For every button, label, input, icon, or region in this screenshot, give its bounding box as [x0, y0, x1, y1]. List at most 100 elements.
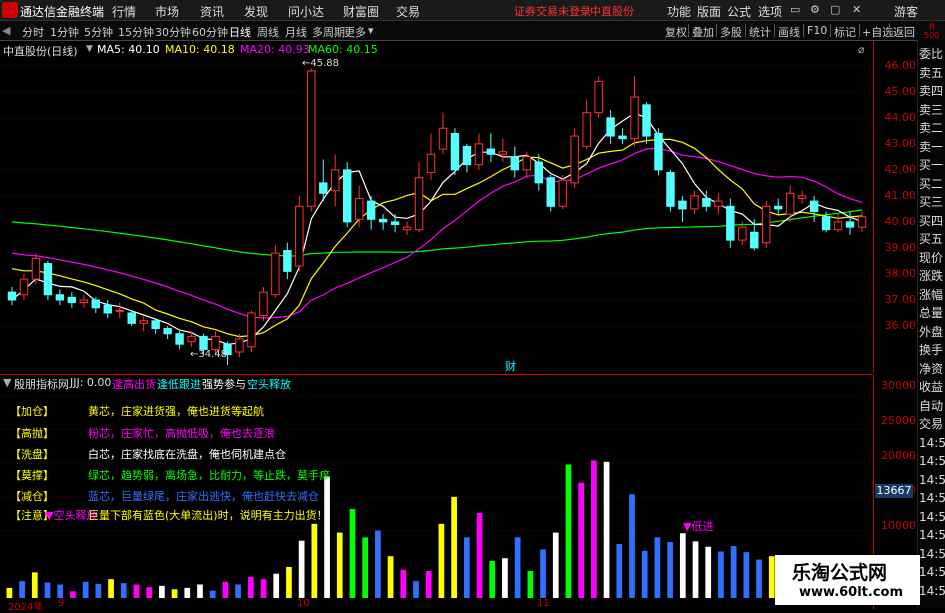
candle-body[interactable]	[510, 156, 520, 171]
candle-body[interactable]	[342, 169, 352, 223]
quote-panel-item[interactable]: 买二	[919, 176, 943, 193]
candle-body[interactable]	[690, 195, 699, 210]
tab-daily[interactable]: 日线	[229, 24, 251, 40]
menu-item-trade[interactable]: 交易	[396, 3, 420, 20]
candle-body[interactable]	[666, 171, 675, 207]
candle-body[interactable]	[115, 309, 124, 312]
quote-panel-item[interactable]: 买三	[919, 194, 943, 211]
candle-body[interactable]	[785, 192, 795, 215]
candle-body[interactable]	[31, 257, 41, 280]
candle-body[interactable]	[366, 200, 376, 220]
quote-panel-item[interactable]: 涨幅	[919, 287, 943, 304]
candle-body[interactable]	[354, 197, 364, 220]
tab-intraday[interactable]: 分时	[22, 24, 44, 40]
candle-body[interactable]	[151, 320, 160, 330]
candle-body[interactable]	[498, 151, 508, 155]
candle-body[interactable]	[702, 197, 711, 207]
quote-panel-item[interactable]: 14:5	[919, 453, 945, 470]
overlay-button[interactable]: 叠加	[692, 24, 714, 40]
tab-15min[interactable]: 15分钟	[118, 24, 154, 40]
quote-panel-item[interactable]: 外盘	[919, 324, 943, 341]
candle-body[interactable]	[295, 205, 304, 267]
quote-panel-item[interactable]: 卖四	[919, 83, 943, 100]
candle-body[interactable]	[857, 216, 867, 228]
candle-body[interactable]	[199, 335, 208, 350]
menu-item-discover[interactable]: 发现	[244, 3, 268, 20]
candle-body[interactable]	[845, 221, 855, 228]
f10-button[interactable]: F10	[807, 24, 827, 37]
candle-body[interactable]	[462, 145, 472, 166]
menu-item-quotes[interactable]: 行情	[112, 3, 136, 20]
minimize-icon[interactable]: ▭	[790, 3, 800, 16]
candle-body[interactable]	[797, 195, 807, 199]
candle-body[interactable]	[259, 291, 268, 317]
candle-body[interactable]	[486, 148, 496, 155]
back-button[interactable]: 返回	[893, 24, 915, 40]
event-marker[interactable]: 财	[505, 358, 516, 374]
candle-body[interactable]	[235, 338, 244, 353]
candle-body[interactable]	[187, 335, 196, 343]
quote-panel-item[interactable]: 卖五	[919, 65, 943, 82]
tab-60min[interactable]: 60分钟	[192, 24, 228, 40]
quote-panel-item[interactable]: 涨跌	[919, 268, 943, 285]
candle-body[interactable]	[43, 263, 53, 296]
menu-item-layout[interactable]: 版面	[697, 3, 721, 20]
quote-panel-item[interactable]: 14:5	[919, 527, 945, 544]
quote-panel-item[interactable]: 自动	[919, 398, 943, 415]
quote-panel-item[interactable]: 委比	[919, 46, 943, 63]
candle-body[interactable]	[79, 299, 89, 304]
menu-item-news[interactable]: 资讯	[200, 3, 224, 20]
candlestick-chart[interactable]	[0, 40, 873, 373]
candle-body[interactable]	[726, 205, 735, 241]
close-icon[interactable]: ✕	[852, 3, 861, 16]
quote-panel-item[interactable]: 总量	[919, 305, 943, 322]
candle-body[interactable]	[678, 200, 687, 210]
quote-panel-item[interactable]: 收益	[919, 379, 943, 396]
multi-stock-button[interactable]: 多股	[720, 24, 742, 40]
menu-item-function[interactable]: 功能	[667, 3, 691, 20]
guest-user[interactable]: 游客	[894, 3, 918, 20]
login-status[interactable]: 证券交易未登录	[514, 3, 591, 19]
candle-body[interactable]	[558, 179, 567, 207]
candle-body[interactable]	[247, 312, 256, 348]
quote-panel-item[interactable]: 换手	[919, 342, 943, 359]
quote-panel-item[interactable]: 14:5	[919, 435, 945, 452]
quote-panel-item[interactable]: 14:5	[919, 546, 945, 563]
quote-panel-item[interactable]: 14:5	[919, 490, 945, 507]
candle-body[interactable]	[91, 299, 101, 309]
quote-panel-item[interactable]: 卖三	[919, 102, 943, 119]
candle-body[interactable]	[414, 177, 424, 231]
candle-body[interactable]	[271, 252, 280, 296]
candle-body[interactable]	[390, 221, 400, 226]
candle-body[interactable]	[582, 112, 591, 147]
candle-body[interactable]	[534, 161, 543, 184]
quote-panel-item[interactable]: 14:5	[919, 583, 945, 600]
tab-multi-period[interactable]: 多周期	[312, 24, 345, 40]
candle-body[interactable]	[750, 231, 759, 249]
quote-panel-item[interactable]: 14:5	[919, 509, 945, 526]
arrow-icon[interactable]: ◀	[2, 24, 10, 37]
candle-body[interactable]	[331, 169, 340, 192]
candle-body[interactable]	[606, 117, 615, 137]
candle-body[interactable]	[594, 80, 603, 114]
quote-panel-item[interactable]: 买一	[919, 157, 943, 174]
menu-item-ask[interactable]: 问小达	[288, 3, 324, 20]
draw-line-button[interactable]: 画线	[778, 24, 800, 40]
candle-body[interactable]	[211, 335, 220, 350]
candle-body[interactable]	[175, 333, 184, 345]
candle-body[interactable]	[307, 70, 316, 207]
candle-body[interactable]	[378, 218, 388, 223]
candle-body[interactable]	[103, 304, 112, 314]
candle-body[interactable]	[809, 200, 819, 212]
pin-icon[interactable]: ⌀	[858, 43, 865, 56]
candle-body[interactable]	[833, 221, 843, 231]
tab-1min[interactable]: 1分钟	[50, 24, 79, 40]
candle-body[interactable]	[474, 143, 484, 166]
candle-body[interactable]	[319, 182, 328, 194]
candle-body[interactable]	[618, 135, 627, 140]
candle-body[interactable]	[522, 156, 532, 171]
candle-body[interactable]	[127, 312, 136, 324]
tab-weekly[interactable]: 周线	[257, 24, 279, 40]
candle-body[interactable]	[7, 291, 17, 301]
tab-5min[interactable]: 5分钟	[84, 24, 113, 40]
